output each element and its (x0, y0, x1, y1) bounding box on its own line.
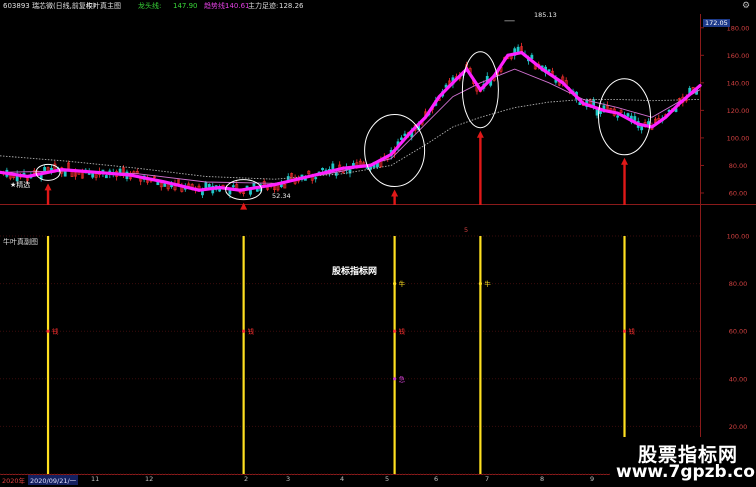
axis-tick-label: 20.00 (729, 423, 748, 431)
candle-body (616, 115, 620, 118)
axis-tick-label: 180.00 (727, 24, 750, 32)
date-axis-label: 4 (340, 475, 345, 483)
date-axis-label: 12 (145, 475, 154, 483)
footprint-value: 128.26 (279, 2, 304, 10)
watermark-text: 股标指标网 (332, 267, 378, 277)
select-label: ★精选 (10, 181, 31, 189)
date-axis-label: 3 (286, 475, 291, 483)
candle-body (633, 116, 637, 121)
long-line-label: 龙头线: (138, 2, 162, 10)
panel-divider-label: 5 (464, 226, 469, 234)
stock-code-name[interactable]: 603893 瑞芯微(日线,前复权) (3, 0, 96, 13)
candle-body (201, 191, 204, 196)
axis-tick-label: 100.00 (727, 134, 750, 142)
signal-mark-label: 急 (399, 374, 406, 383)
candle-body (314, 177, 318, 180)
date-axis-label: 11 (91, 475, 100, 483)
signal-dot (478, 282, 482, 286)
candle-body (403, 133, 407, 136)
date-axis-current: 2020/09/21/一 (28, 475, 79, 485)
gear-icon[interactable]: ⚙ (742, 1, 750, 11)
signal-mark-label: 钱 (248, 327, 255, 336)
signal-arrow-head (476, 130, 484, 138)
signal-dot (622, 329, 627, 333)
signal-mark-label: 钱 (52, 327, 59, 336)
axis-tick-label: 80.00 (729, 280, 748, 288)
signal-mark-label: 牛 (484, 279, 491, 288)
candle-body (626, 113, 630, 117)
footprint-label: 主力足迹: (248, 2, 279, 10)
signal-dot (393, 329, 397, 333)
signal-arrow-head (240, 202, 248, 210)
candle-body (321, 167, 324, 171)
candle-body (63, 171, 67, 177)
signal-mark-label: 钱 (629, 327, 636, 336)
candle-body (163, 183, 167, 187)
signal-dot (46, 329, 50, 333)
current-price-tag: 172.05 (703, 19, 730, 27)
axis-tick-label: 120.00 (727, 107, 750, 115)
date-axis-label: 9 (590, 475, 595, 483)
date-axis-label: 8 (540, 475, 545, 483)
trend-line-value: 140.61 (225, 2, 250, 10)
candle-body (118, 168, 122, 174)
badge-url: www.7gpzb.com (616, 462, 756, 482)
axis-tick-label: 100.00 (727, 233, 750, 241)
signal-arrow-head (621, 157, 629, 165)
candle-body (228, 190, 232, 195)
candle-body (599, 111, 602, 114)
candle-body (231, 185, 235, 188)
sub-panel-title[interactable]: 牛叶真副图 (3, 237, 38, 247)
trend-line-label: 趋势线: (204, 2, 228, 10)
candle-body (249, 189, 252, 195)
axis-tick-label: 40.00 (729, 375, 748, 383)
axis-tick-label: 140.00 (727, 79, 750, 87)
date-axis-label: 6 (434, 475, 439, 483)
candle-body (207, 183, 211, 188)
long-line-value: 147.90 (173, 2, 198, 10)
signal-dot (393, 282, 397, 286)
date-axis: 2020年 2020/09/21/一 11 12 2 3 4 5 6 7 8 9 (0, 475, 700, 487)
axis-tick-label: 80.00 (729, 162, 748, 170)
axis-tick-label: 60.00 (729, 189, 748, 197)
date-axis-label: 7 (485, 475, 490, 483)
signal-dot (242, 329, 246, 333)
chart-header: 603893 瑞芯微(日线,前复权) 牛叶真主图 龙头线: 147.90 趋势线… (0, 0, 756, 13)
axis-tick-label: 60.00 (729, 328, 748, 336)
high-price-label: 185.13 (534, 11, 557, 19)
date-axis-year: 2020年 (2, 477, 26, 485)
date-axis-label: 2 (244, 475, 249, 483)
signal-arrow-head (44, 183, 52, 191)
signal-mark-label: 钱 (399, 327, 406, 336)
signal-arrow-head (391, 189, 399, 197)
candle-body (547, 69, 551, 72)
candle-body (104, 175, 108, 179)
signal-dot (393, 377, 397, 381)
main-indicator-name[interactable]: 牛叶真主图 (86, 0, 121, 13)
candle-body (255, 189, 259, 192)
low-price-label: 52.34 (272, 192, 291, 200)
stock-chart[interactable]: 180.00 160.00 140.00 120.00 100.00 80.00 60.00… (0, 0, 756, 487)
candle-body (43, 167, 47, 172)
signal-mark-label: 牛 (399, 279, 406, 288)
date-axis-label: 5 (385, 475, 390, 483)
axis-tick-label: 160.00 (727, 52, 750, 60)
